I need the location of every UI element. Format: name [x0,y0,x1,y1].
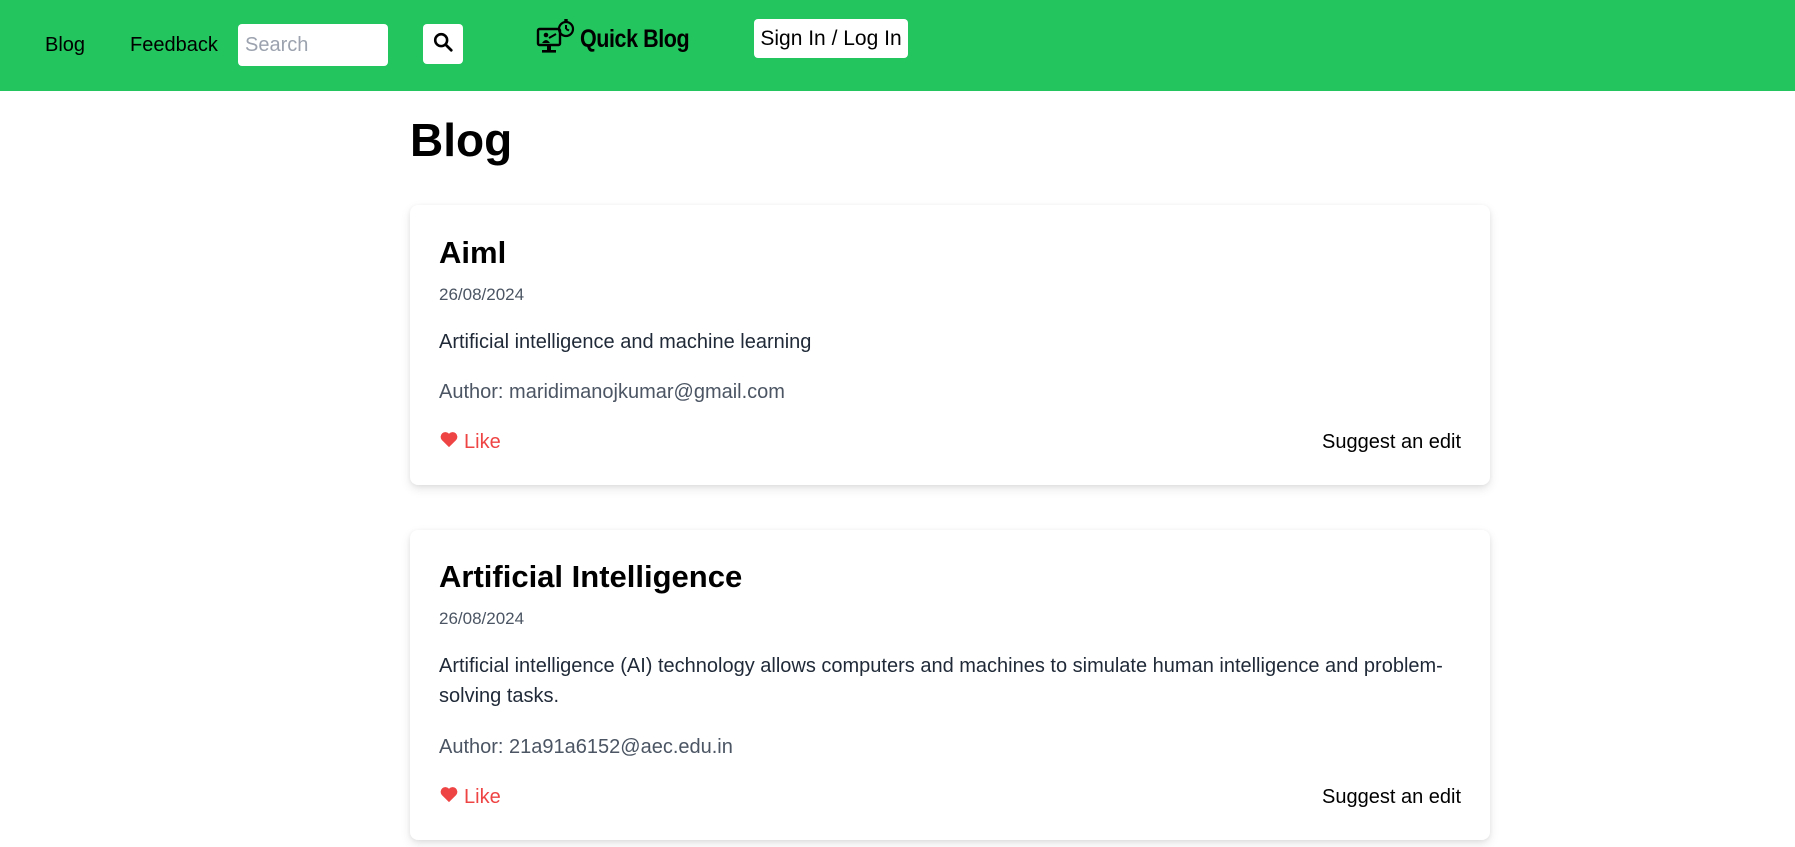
post-date: 26/08/2024 [439,285,525,304]
suggest-edit-link[interactable]: Suggest an edit [1322,784,1461,810]
post-title: Artificial Intelligence [439,559,743,594]
brand-logo[interactable]: Quick Blog [536,17,707,61]
post-author: Author: 21a91a6152@aec.edu.in [439,736,733,758]
post-author: Author: maridimanojkumar@gmail.com [439,381,785,403]
blog-logo-icon [536,17,576,62]
navbar: Blog Feedback Search Quick Blog Sign In … [0,0,1795,91]
blog-post-card: Artificial Intelligence 26/08/2024 Artif… [410,530,1490,840]
like-button[interactable]: Like [439,429,501,455]
nav-link-feedback[interactable]: Feedback [130,33,218,57]
post-date: 26/08/2024 [439,609,525,628]
like-label: Like [464,431,501,453]
blog-post-card: Aiml 26/08/2024 Artificial intelligence … [410,205,1490,485]
heart-icon [439,429,459,455]
sign-in-button[interactable]: Sign In / Log In [754,19,908,58]
search-input[interactable] [238,24,388,66]
like-button[interactable]: Like [439,784,501,810]
search-icon [432,31,454,58]
brand-name: Quick Blog [580,24,690,53]
heart-icon [439,784,459,810]
post-description: Artificial intelligence (AI) technology … [439,655,1443,707]
like-label: Like [464,786,501,808]
nav-link-blog[interactable]: Blog [45,33,85,57]
post-description: Artificial intelligence and machine lear… [439,331,812,353]
page-title: Blog [410,114,513,166]
search-button[interactable] [423,24,463,64]
suggest-edit-link[interactable]: Suggest an edit [1322,429,1461,455]
post-title: Aiml [439,235,507,270]
